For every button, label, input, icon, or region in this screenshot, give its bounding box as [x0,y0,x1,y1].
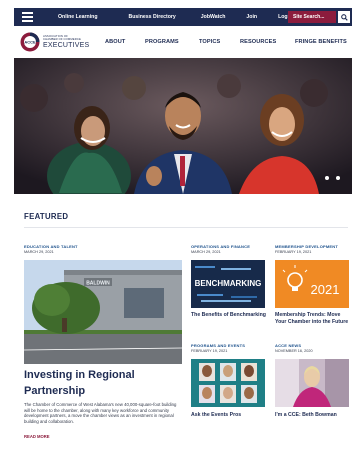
nav-about[interactable]: ABOUT [105,39,125,45]
utility-links: Online Learning Business Directory JobWa… [58,14,292,20]
hero-photo [14,58,352,194]
article-description: The Chamber of Commerce of West Alabama'… [24,402,177,424]
nav-programs[interactable]: PROGRAMS [145,39,179,45]
featured-divider [24,227,348,228]
card-category[interactable]: OPERATIONS AND FINANCE [191,244,265,249]
svg-text:BENCHMARKING: BENCHMARKING [195,279,262,288]
card-image[interactable] [191,359,265,407]
nav-topics[interactable]: TOPICS [199,39,220,45]
beth-bowman-photo [275,359,349,407]
card-date: MARCH 29, 2021 [191,250,221,254]
article-category[interactable]: EDUCATION AND TALENT [24,244,182,249]
jobwatch-link[interactable]: JobWatch [201,14,226,20]
search-icon [340,13,348,21]
nav-fringe-benefits[interactable]: FRINGE BENEFITS [295,39,347,45]
site-search [288,11,350,23]
business-directory-link[interactable]: Business Directory [129,14,176,20]
card-title[interactable]: The Benefits of Benchmarking [191,312,269,319]
card-category[interactable]: PROGRAMS AND EVENTS [191,343,265,348]
menu-icon[interactable] [14,8,40,26]
building-photo: BALDWIN [24,260,182,364]
featured-card-membership-trends: MEMBERSHIP DEVELOPMENT FEBRUARY 19, 2021… [275,244,349,325]
card-date: NOVEMBER 16, 2020 [275,349,313,353]
search-input[interactable] [288,11,336,23]
card-image[interactable]: 2021 [275,260,349,308]
article-title[interactable]: Investing in Regional Partnership [24,368,182,399]
hero-carousel[interactable] [14,58,352,194]
benchmarking-graphic: BENCHMARKING [191,260,265,308]
card-title[interactable]: I'm a CCE: Beth Bowman [275,412,353,419]
join-link[interactable]: Join [246,14,257,20]
year-2021-graphic: 2021 [275,260,349,308]
card-category[interactable]: MEMBERSHIP DEVELOPMENT [275,244,349,249]
events-pros-collage [191,359,265,407]
card-image[interactable]: BENCHMARKING [191,260,265,308]
featured-card-events-pros: PROGRAMS AND EVENTS FEBRUARY 19, 2021 As… [191,343,265,418]
card-category[interactable]: ACCE NEWS [275,343,349,348]
main-nav: ABOUT PROGRAMS TOPICS RESOURCES FRINGE B… [14,39,352,47]
featured-heading: FEATURED [24,212,69,221]
carousel-dot-1[interactable] [325,176,329,180]
svg-text:2021: 2021 [311,282,340,297]
svg-text:BALDWIN: BALDWIN [86,281,110,287]
carousel-dot-2[interactable] [336,176,340,180]
featured-card-benchmarking: OPERATIONS AND FINANCE MARCH 29, 2021 BE… [191,244,266,318]
article-date: MARCH 29, 2021 [24,250,54,254]
carousel-dots [325,176,340,180]
search-button[interactable] [338,11,350,23]
featured-main-article: EDUCATION AND TALENT MARCH 29, 2021 BALD… [24,244,182,439]
nav-resources[interactable]: RESOURCES [240,39,276,45]
read-more-link[interactable]: READ MORE [24,434,50,439]
featured-card-cce-beth-bowman: ACCE NEWS NOVEMBER 16, 2020 I'm a CCE: B… [275,343,349,418]
utility-bar: Online Learning Business Directory JobWa… [14,8,352,26]
card-image[interactable] [275,359,349,407]
card-title[interactable]: Ask the Events Pros [191,412,269,419]
card-title[interactable]: Membership Trends: Move Your Chamber int… [275,312,353,326]
site-header: ACCE ASSOCIATION OF CHAMBER OF COMMERCE … [14,26,352,58]
card-date: FEBRUARY 19, 2021 [275,250,312,254]
article-image[interactable]: BALDWIN [24,260,182,364]
online-learning-link[interactable]: Online Learning [58,14,98,20]
card-date: FEBRUARY 19, 2021 [191,349,228,353]
